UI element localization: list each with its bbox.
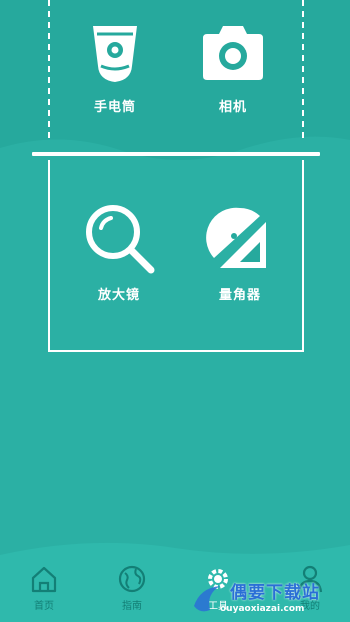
protractor-label: 量角器 — [218, 288, 261, 303]
person-icon — [297, 565, 323, 593]
nav-item-tools[interactable]: 工具 — [188, 564, 248, 612]
gear-icon — [208, 569, 228, 589]
camera-label: 相机 — [218, 100, 247, 115]
magnifier-label: 放大镜 — [97, 288, 140, 303]
section-divider — [32, 152, 320, 156]
magnifier-icon — [86, 205, 155, 274]
protractor-icon — [206, 207, 266, 268]
nav-item-me[interactable]: 我的 — [280, 564, 340, 612]
nav-item-home[interactable]: 首页 — [14, 564, 74, 612]
flashlight-tool[interactable]: 手电筒 — [65, 22, 165, 115]
camera-icon — [203, 26, 263, 80]
flashlight-label: 手电筒 — [93, 100, 136, 115]
magnifier-tool[interactable]: 放大镜 — [69, 202, 169, 303]
protractor-tool[interactable]: 量角器 — [190, 202, 290, 303]
home-icon — [31, 566, 57, 593]
bottom-nav: 首页 指南 工具 我的 — [0, 560, 350, 622]
globe-icon — [118, 565, 146, 593]
nav-guide-label: 指南 — [122, 601, 142, 612]
flashlight-icon — [93, 26, 137, 82]
nav-item-guide[interactable]: 指南 — [102, 564, 162, 612]
nav-tools-label: 工具 — [208, 601, 228, 612]
camera-tool[interactable]: 相机 — [183, 22, 283, 115]
nav-home-label: 首页 — [34, 601, 54, 612]
nav-me-label: 我的 — [300, 601, 320, 612]
